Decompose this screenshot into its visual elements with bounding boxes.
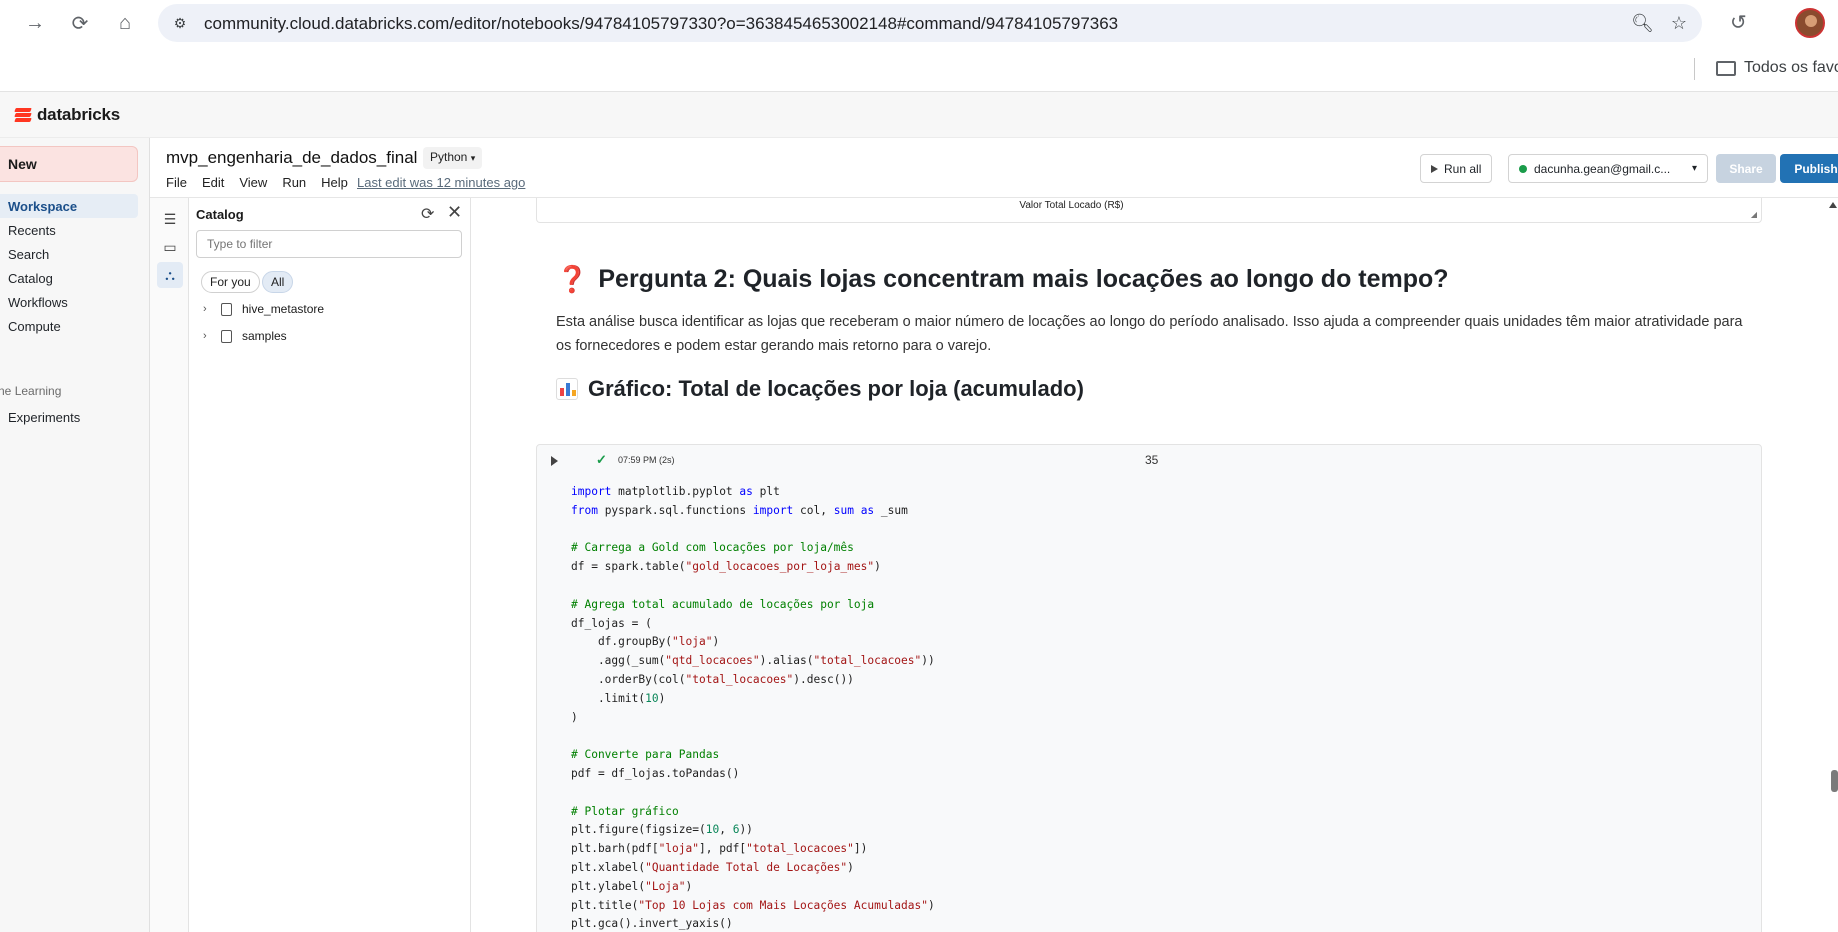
profile-avatar[interactable] xyxy=(1795,8,1825,38)
databricks-top-bar: databricks xyxy=(0,92,1838,138)
url-text[interactable]: community.cloud.databricks.com/editor/no… xyxy=(204,14,1118,34)
catalog-filter-input[interactable] xyxy=(196,230,462,258)
all-bookmarks-folder[interactable]: Todos os favoritos xyxy=(1716,59,1838,77)
chevron-right-icon[interactable]: › xyxy=(203,330,211,342)
resize-handle-icon[interactable]: ◢ xyxy=(1751,210,1757,219)
tree-item-samples[interactable]: › samples xyxy=(203,329,287,343)
tree-item-label: hive_metastore xyxy=(242,302,325,316)
run-cell-icon[interactable] xyxy=(551,456,558,466)
home-icon[interactable]: ⌂ xyxy=(110,8,140,38)
cell-number: 35 xyxy=(1145,453,1159,467)
table-of-contents-icon[interactable]: ☰ xyxy=(157,206,183,232)
vertical-scrollbar[interactable] xyxy=(1829,198,1838,932)
question-title: Pergunta 2: Quais lojas concentram mais … xyxy=(598,265,1449,293)
nav-item-experiments[interactable]: Experiments xyxy=(0,405,138,429)
notebook-side-rail: ☰ ▭ ⛬ xyxy=(150,198,189,932)
database-icon xyxy=(221,329,232,343)
check-icon: ✓ xyxy=(596,452,607,467)
share-button[interactable]: Share xyxy=(1716,154,1776,183)
catalog-panel: Catalog ⟳ ✕ For you All › hive_metastore… xyxy=(189,198,471,932)
compute-selector[interactable]: dacunha.gean@gmail.c... ▾ xyxy=(1508,154,1708,183)
site-info-icon[interactable]: ⚙ xyxy=(170,13,190,33)
catalog-title: Catalog xyxy=(196,207,244,222)
cell-toolbar: ✓ 07:59 PM (2s) 35 xyxy=(537,445,1761,477)
database-icon xyxy=(221,302,232,316)
databricks-logo-icon xyxy=(14,107,32,123)
bookmarks-folder-label: Todos os favoritos xyxy=(1744,59,1838,76)
menu-view[interactable]: View xyxy=(239,175,267,190)
nav-item-compute[interactable]: Compute xyxy=(0,314,138,338)
bookmarks-bar: Todos os favoritos xyxy=(0,46,1838,92)
nav-item-workspace[interactable]: Workspace xyxy=(0,194,138,218)
notebook-content: Valor Total Locado (R$) ◢ ❓ Pergunta 2: … xyxy=(472,198,1838,932)
previous-chart-axis-label: Valor Total Locado (R$) xyxy=(1019,200,1124,211)
question-heading: ❓ Pergunta 2: Quais lojas concentram mai… xyxy=(556,264,1449,295)
chart-heading-text: Gráfico: Total de locações por loja (acu… xyxy=(588,376,1084,401)
scrollbar-thumb[interactable] xyxy=(1831,770,1838,792)
last-edit-link[interactable]: Last edit was 12 minutes ago xyxy=(357,175,525,190)
compute-label: dacunha.gean@gmail.c... xyxy=(1534,161,1671,176)
close-icon[interactable]: ✕ xyxy=(447,202,462,223)
chevron-down-icon: ▾ xyxy=(470,153,476,163)
chart-heading: Gráfico: Total de locações por loja (acu… xyxy=(556,376,1084,402)
tree-item-label: samples xyxy=(242,329,287,343)
status-dot-icon xyxy=(1519,164,1527,173)
chevron-right-icon[interactable]: › xyxy=(203,303,211,315)
notebook-header: mvp_engenharia_de_dados_final Python ▾ F… xyxy=(150,138,1838,198)
catalog-icon[interactable]: ⛬ xyxy=(157,262,183,288)
menu-run[interactable]: Run xyxy=(282,175,306,190)
chevron-down-icon: ▾ xyxy=(1691,163,1697,174)
chip-for-you[interactable]: For you xyxy=(201,271,260,293)
databricks-logo[interactable]: databricks xyxy=(14,105,121,125)
tree-item-hive-metastore[interactable]: › hive_metastore xyxy=(203,302,324,316)
browser-toolbar: → ⟳ ⌂ ⚙ community.cloud.databricks.com/e… xyxy=(0,0,1838,46)
forward-icon[interactable]: → xyxy=(20,8,50,38)
code-editor[interactable]: import matplotlib.pyplot as plt from pys… xyxy=(571,483,935,932)
bar-chart-icon xyxy=(556,378,578,400)
menu-file[interactable]: File xyxy=(166,175,187,190)
zoom-icon[interactable]: 🔍︎ xyxy=(1631,12,1654,34)
publish-button[interactable]: Publish xyxy=(1780,154,1838,183)
nav-item-search[interactable]: Search xyxy=(0,242,138,266)
question-mark-icon: ❓ xyxy=(556,264,589,294)
new-button[interactable]: New xyxy=(0,146,138,182)
language-label: Python xyxy=(430,150,468,164)
notebook-title[interactable]: mvp_engenharia_de_dados_final xyxy=(166,148,417,168)
left-navigation: New Workspace Recents Search Catalog Wor… xyxy=(0,138,150,932)
section-machine-learning: Machine Learning xyxy=(0,384,62,398)
question-description: Esta análise busca identificar as lojas … xyxy=(556,314,1743,354)
run-all-label: Run all xyxy=(1444,161,1482,176)
previous-cell-output: Valor Total Locado (R$) ◢ xyxy=(536,198,1762,223)
nav-item-recents[interactable]: Recents xyxy=(0,218,138,242)
nav-item-workflows[interactable]: Workflows xyxy=(0,290,138,314)
reload-icon[interactable]: ⟳ xyxy=(65,8,95,38)
menu-edit[interactable]: Edit xyxy=(202,175,224,190)
address-bar[interactable]: ⚙ community.cloud.databricks.com/editor/… xyxy=(158,4,1702,42)
scroll-up-icon[interactable] xyxy=(1829,202,1837,208)
menu-help[interactable]: Help xyxy=(321,175,348,190)
nav-item-catalog[interactable]: Catalog xyxy=(0,266,138,290)
notebook-menu: File Edit View Run Help xyxy=(166,175,363,190)
language-selector[interactable]: Python ▾ xyxy=(423,147,483,169)
brand-name: databricks xyxy=(37,105,121,124)
play-icon xyxy=(1431,164,1438,173)
bookmarks-separator xyxy=(1694,58,1695,80)
run-all-button[interactable]: Run all xyxy=(1420,154,1493,183)
code-cell[interactable]: ✓ 07:59 PM (2s) 35 import matplotlib.pyp… xyxy=(536,444,1762,932)
folder-icon xyxy=(1716,60,1736,76)
chip-all[interactable]: All xyxy=(262,271,294,293)
folder-icon[interactable]: ▭ xyxy=(157,234,183,260)
history-icon[interactable]: ↺ xyxy=(1730,10,1747,35)
bookmark-star-icon[interactable]: ☆ xyxy=(1668,12,1690,34)
cell-run-time: 07:59 PM (2s) xyxy=(618,455,675,465)
refresh-icon[interactable]: ⟳ xyxy=(421,204,434,224)
